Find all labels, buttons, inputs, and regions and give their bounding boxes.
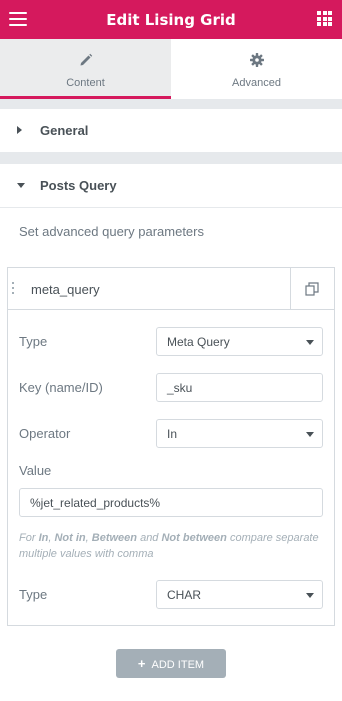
- tab-content[interactable]: Content: [0, 39, 171, 99]
- value-type-label: Type: [19, 587, 48, 602]
- key-label: Key (name/ID): [19, 380, 103, 395]
- plus-icon: +: [137, 656, 146, 671]
- gear-icon: [249, 53, 264, 67]
- value-label: Value: [19, 463, 52, 478]
- repeater-item-title: meta_query: [31, 282, 100, 297]
- tab-content-label: Content: [66, 77, 105, 89]
- value-hint: For In, Not in, Between and Not between …: [19, 532, 319, 560]
- tab-advanced-label: Advanced: [232, 77, 281, 89]
- value-type-select[interactable]: CHAR: [156, 580, 323, 609]
- section-posts-query-label: Posts Query: [40, 178, 117, 193]
- drag-handle-icon[interactable]: [12, 282, 16, 295]
- panel-header: Edit Lising Grid: [0, 0, 342, 39]
- operator-label: Operator: [19, 426, 71, 441]
- section-divider: [0, 99, 342, 109]
- operator-select[interactable]: In: [156, 419, 323, 448]
- header-separator: [290, 268, 291, 309]
- panel-title: Edit Lising Grid: [106, 10, 236, 29]
- caret-right-icon: [17, 126, 22, 134]
- grid-apps-icon[interactable]: [317, 11, 332, 26]
- duplicate-icon[interactable]: [305, 282, 319, 296]
- type-select[interactable]: Meta Query: [156, 327, 323, 356]
- section-posts-query[interactable]: Posts Query: [0, 164, 342, 208]
- section-general-label: General: [40, 123, 89, 138]
- section-divider: [0, 153, 342, 164]
- type-label: Type: [19, 334, 48, 349]
- section-description: Set advanced query parameters: [19, 224, 204, 239]
- section-general[interactable]: General: [0, 109, 342, 153]
- add-item-label: ADD ITEM: [151, 659, 205, 671]
- repeater-item-header[interactable]: meta_query: [8, 268, 334, 310]
- key-input[interactable]: _sku: [156, 373, 323, 402]
- value-input[interactable]: %jet_related_products%: [19, 488, 323, 517]
- caret-down-icon: [17, 183, 25, 188]
- add-item-button[interactable]: + ADD ITEM: [116, 649, 226, 678]
- pencil-icon: [80, 53, 92, 66]
- tab-advanced[interactable]: Advanced: [171, 39, 342, 99]
- panel-tabs: Content Advanced: [0, 39, 342, 99]
